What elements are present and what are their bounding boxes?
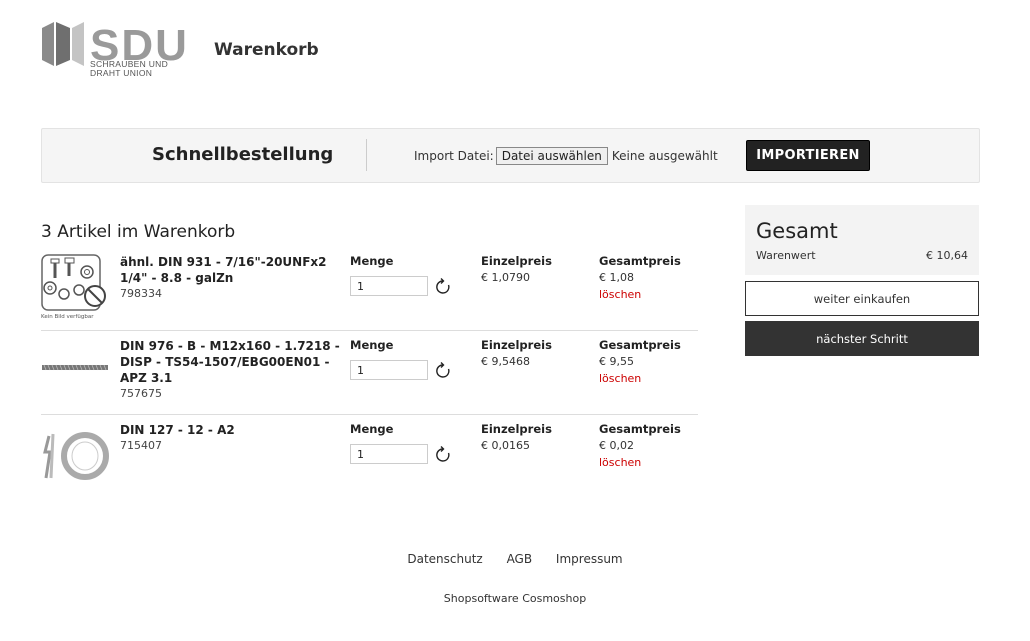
footer-link-imprint[interactable]: Impressum — [556, 552, 623, 566]
unit-price: € 1,0790 — [481, 271, 530, 284]
footer-link-terms[interactable]: AGB — [507, 552, 533, 566]
quick-order-title: Schnellbestellung — [152, 144, 334, 165]
cart-item: DIN 976 - B - M12x160 - 1.7218 - DISP - … — [41, 338, 698, 418]
item-sku: 757675 — [120, 387, 162, 400]
unit-price-label: Einzelpreis — [481, 338, 552, 352]
item-sku: 798334 — [120, 287, 162, 300]
summary-title: Gesamt — [756, 219, 838, 243]
footer-link-privacy[interactable]: Datenschutz — [407, 552, 482, 566]
cart-item: DIN 127 - 12 - A2 715407 Menge 1 Einzelp… — [41, 422, 698, 502]
quantity-input[interactable]: 1 — [350, 360, 428, 380]
unit-price: € 9,5468 — [481, 355, 530, 368]
cart-item: Kein Bild verfügbar ähnl. DIN 931 - 7/16… — [41, 254, 698, 334]
import-label: Import Datei: — [414, 149, 494, 163]
item-divider — [41, 414, 698, 415]
quantity-input[interactable]: 1 — [350, 444, 428, 464]
qty-label: Menge — [350, 422, 394, 436]
summary-label: Warenwert — [756, 249, 816, 262]
total-price-label: Gesamtpreis — [599, 422, 681, 436]
qty-label: Menge — [350, 254, 394, 268]
item-name[interactable]: ähnl. DIN 931 - 7/16"-20UNFx2 1/4" - 8.8… — [120, 254, 345, 302]
cart-heading: 3 Artikel im Warenkorb — [41, 222, 236, 242]
logo-tagline: SCHRAUBEN UND DRAHT UNION — [90, 59, 169, 78]
threaded-rod-image — [41, 338, 111, 403]
choose-file-button[interactable]: Datei auswählen — [495, 147, 608, 165]
total-price: € 0,02 — [599, 439, 634, 452]
unit-price: € 0,0165 — [481, 439, 530, 452]
item-divider — [41, 330, 698, 331]
qty-label: Menge — [350, 338, 394, 352]
total-price-label: Gesamtpreis — [599, 254, 681, 268]
file-status: Keine ausgewählt — [611, 149, 718, 163]
summary-value: € 10,64 — [926, 249, 968, 262]
quick-order-bar: Schnellbestellung Import Datei: Datei au… — [41, 128, 980, 183]
total-price: € 9,55 — [599, 355, 634, 368]
refresh-icon[interactable] — [436, 446, 450, 462]
refresh-icon[interactable] — [436, 362, 450, 378]
total-price: € 1,08 — [599, 271, 634, 284]
delete-link[interactable]: löschen — [599, 372, 641, 385]
delete-link[interactable]: löschen — [599, 288, 641, 301]
screws-placeholder-icon — [41, 254, 106, 311]
footer-credit[interactable]: Shopsoftware Cosmoshop — [0, 592, 1030, 605]
unit-price-label: Einzelpreis — [481, 254, 552, 268]
spring-washer-icon — [43, 432, 109, 480]
no-image-placeholder: Kein Bild verfügbar — [41, 254, 111, 320]
refresh-icon[interactable] — [436, 278, 450, 294]
delete-link[interactable]: löschen — [599, 456, 641, 469]
item-name[interactable]: DIN 127 - 12 - A2 715407 — [120, 422, 345, 454]
import-file-field: Import Datei: Datei auswählen Keine ausg… — [414, 147, 718, 165]
page-title: Warenkorb — [214, 40, 319, 60]
footer-links: Datenschutz AGB Impressum — [0, 552, 1030, 566]
divider — [366, 139, 367, 171]
continue-shopping-button[interactable]: weiter einkaufen — [745, 281, 979, 316]
quantity-input[interactable]: 1 — [350, 276, 428, 296]
total-price-label: Gesamtpreis — [599, 338, 681, 352]
item-sku: 715407 — [120, 439, 162, 452]
unit-price-label: Einzelpreis — [481, 422, 552, 436]
order-summary: Gesamt Warenwert € 10,64 — [745, 205, 979, 275]
spring-washer-image — [41, 422, 111, 487]
next-step-button[interactable]: nächster Schritt — [745, 321, 979, 356]
import-button[interactable]: IMPORTIEREN — [746, 140, 870, 171]
threaded-rod-icon — [42, 364, 108, 371]
item-name[interactable]: DIN 976 - B - M12x160 - 1.7218 - DISP - … — [120, 338, 345, 402]
no-image-caption: Kein Bild verfügbar — [41, 314, 94, 320]
